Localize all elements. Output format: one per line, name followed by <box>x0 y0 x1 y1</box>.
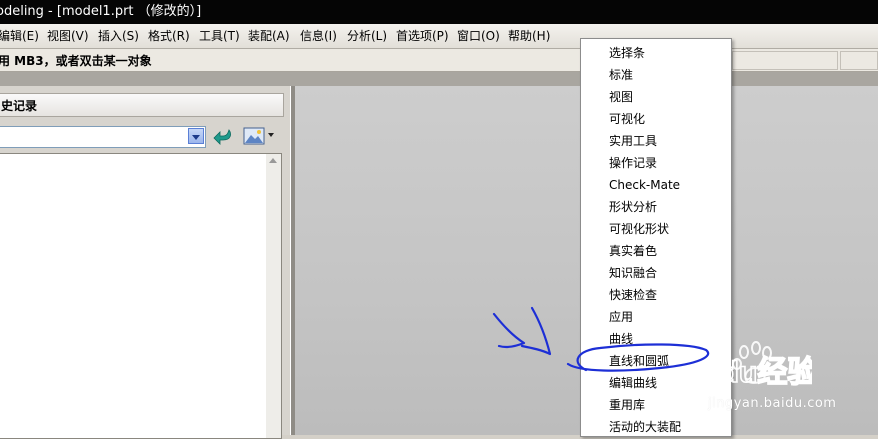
menu-format[interactable]: 格式(R) <box>148 28 190 44</box>
menu-view[interactable]: 视图(V) <box>47 28 89 44</box>
dropdown-arrow-icon[interactable] <box>188 128 204 144</box>
title-bar: odeling - [model1.prt （修改的）] <box>0 0 878 24</box>
menu-item-visual-shape[interactable]: 可视化形状 <box>609 222 669 236</box>
menu-item-check-mate[interactable]: Check-Mate <box>609 178 680 192</box>
image-preview-caret-icon[interactable] <box>268 133 274 137</box>
menu-item-line-and-arc[interactable]: 直线和圆弧 <box>609 354 669 368</box>
menu-analysis[interactable]: 分析(L) <box>347 28 387 44</box>
cue-text: 用 MB3，或者双击某一对象 <box>0 54 152 68</box>
menu-insert[interactable]: 插入(S) <box>98 28 139 44</box>
menu-window[interactable]: 窗口(O) <box>457 28 500 44</box>
menu-item-active-large-assembly[interactable]: 活动的大装配 <box>609 420 681 434</box>
menu-edit[interactable]: 编辑(E) <box>0 28 39 44</box>
window-title: odeling - [model1.prt （修改的）] <box>0 4 202 19</box>
navigator-title: 史记录 <box>1 99 38 113</box>
menu-information[interactable]: 信息(I) <box>300 28 337 44</box>
scroll-up-icon[interactable] <box>269 158 277 163</box>
history-filter-dropdown[interactable] <box>0 126 206 148</box>
menu-item-operation-log[interactable]: 操作记录 <box>609 156 657 170</box>
menu-item-view[interactable]: 视图 <box>609 90 633 104</box>
menu-help[interactable]: 帮助(H) <box>508 28 550 44</box>
menu-item-standard[interactable]: 标准 <box>609 68 633 82</box>
baidu-jingyan-watermark: Baidu经验 <box>673 341 812 390</box>
menu-item-selection-bar[interactable]: 选择条 <box>609 46 645 60</box>
menu-bar: 编辑(E) 视图(V) 插入(S) 格式(R) 工具(T) 装配(A) 信息(I… <box>0 24 878 49</box>
menu-item-reuse-library[interactable]: 重用库 <box>609 398 645 412</box>
menu-item-application[interactable]: 应用 <box>609 310 633 324</box>
menu-item-quick-check[interactable]: 快速检查 <box>609 288 657 302</box>
status-cell <box>732 51 838 70</box>
vertical-scrollbar[interactable] <box>266 154 281 438</box>
status-cell <box>840 51 878 70</box>
back-arrow-icon[interactable] <box>212 128 234 146</box>
menu-item-edit-curve[interactable]: 编辑曲线 <box>609 376 657 390</box>
menu-preferences[interactable]: 首选项(P) <box>396 28 449 44</box>
navigator-header[interactable]: 史记录 <box>0 93 284 117</box>
cue-line: 用 MB3，或者双击某一对象 <box>0 49 878 72</box>
menu-item-shape-analysis[interactable]: 形状分析 <box>609 200 657 214</box>
menu-item-utilities[interactable]: 实用工具 <box>609 134 657 148</box>
watermark-url: jingyan.baidu.com <box>708 396 837 411</box>
menu-item-true-shading[interactable]: 真实着色 <box>609 244 657 258</box>
menu-item-visualization[interactable]: 可视化 <box>609 112 645 126</box>
menu-tools[interactable]: 工具(T) <box>199 28 240 44</box>
menu-assembly[interactable]: 装配(A) <box>248 28 290 44</box>
menu-item-knowledge-fusion[interactable]: 知识融合 <box>609 266 657 280</box>
history-list[interactable] <box>0 153 282 439</box>
image-preview-icon[interactable] <box>243 126 265 146</box>
menu-item-curve[interactable]: 曲线 <box>609 332 633 346</box>
part-navigator-panel: 史记录 <box>0 86 290 439</box>
toolbar-gap <box>0 72 878 86</box>
watermark-logo-text: Baidu经验 <box>674 355 812 389</box>
